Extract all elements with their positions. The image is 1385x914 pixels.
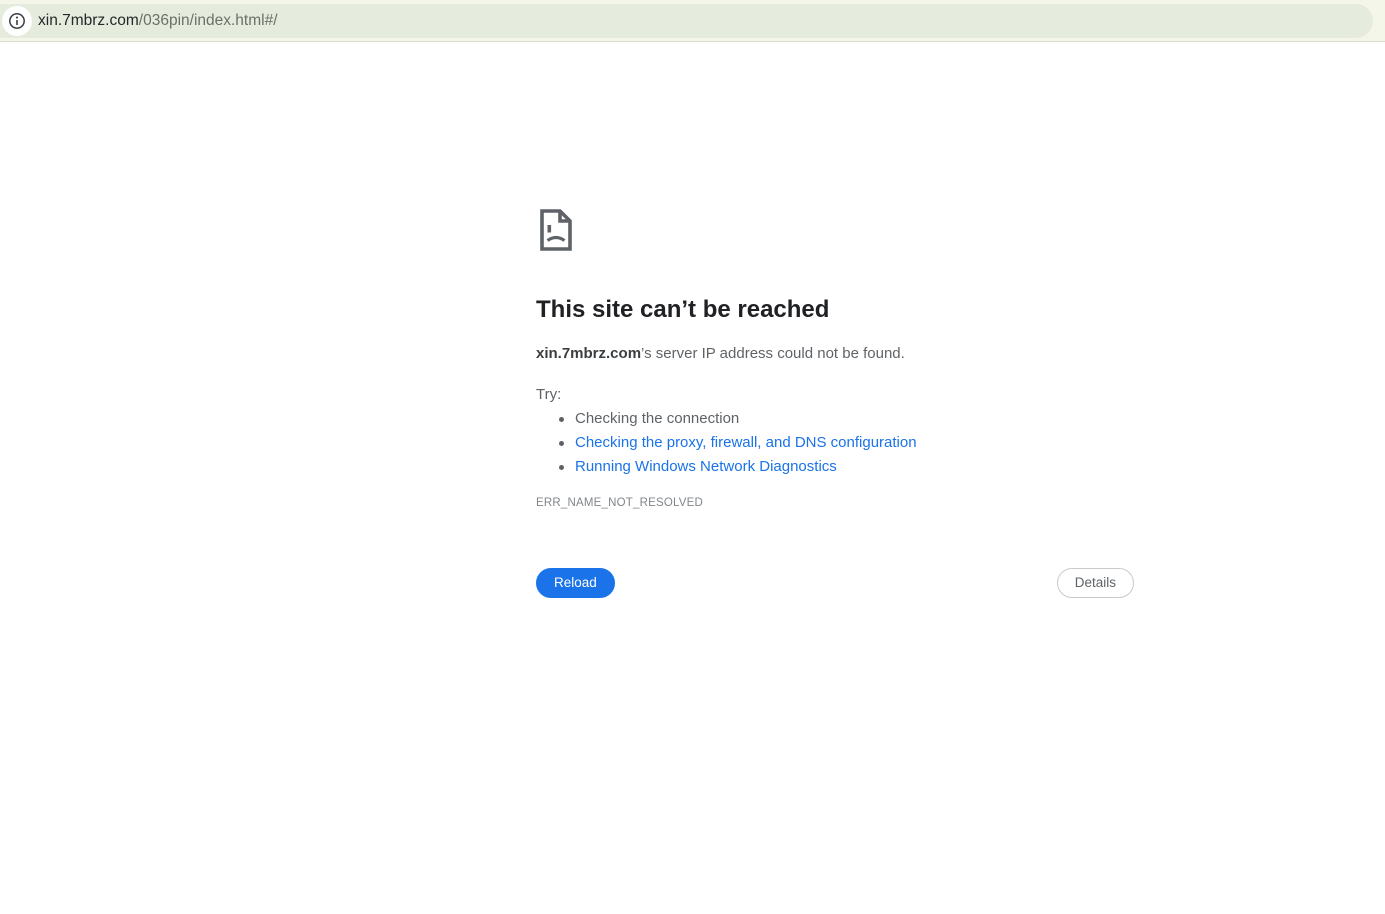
url-path: /036pin/index.html#/ [138,12,278,29]
site-info-button[interactable] [2,6,32,36]
proxy-firewall-dns-link[interactable]: Checking the proxy, firewall, and DNS co… [575,434,917,451]
error-message: xin.7mbrz.com’s server IP address could … [536,345,905,362]
info-icon [8,12,26,30]
reload-button[interactable]: Reload [536,568,615,598]
address-bar[interactable]: xin.7mbrz.com/036pin/index.html#/ [0,4,1373,38]
browser-error-page: xin.7mbrz.com/036pin/index.html#/ This s… [0,0,1385,914]
list-item: Checking the connection [536,407,1134,431]
url-text[interactable]: xin.7mbrz.com/036pin/index.html#/ [38,4,278,38]
details-button[interactable]: Details [1056,568,1134,598]
suggestion-text: Checking the connection [575,410,740,427]
sad-file-icon [536,206,576,259]
page-title: This site can’t be reached [536,296,830,323]
list-item: Running Windows Network Diagnostics [536,455,1134,479]
error-code: ERR_NAME_NOT_RESOLVED [536,497,703,509]
button-row: Reload Details [536,568,1134,598]
url-domain: xin.7mbrz.com [38,12,139,29]
error-message-domain: xin.7mbrz.com [536,345,642,362]
browser-toolbar: xin.7mbrz.com/036pin/index.html#/ [0,0,1385,42]
error-message-rest: ’s server IP address could not be found. [641,345,905,362]
list-item: Checking the proxy, firewall, and DNS co… [536,431,1134,455]
error-content: This site can’t be reached xin.7mbrz.com… [536,200,1134,630]
try-label: Try: [536,386,562,403]
suggestion-list: Checking the connection Checking the pro… [536,407,1134,479]
network-diagnostics-link[interactable]: Running Windows Network Diagnostics [575,458,837,475]
